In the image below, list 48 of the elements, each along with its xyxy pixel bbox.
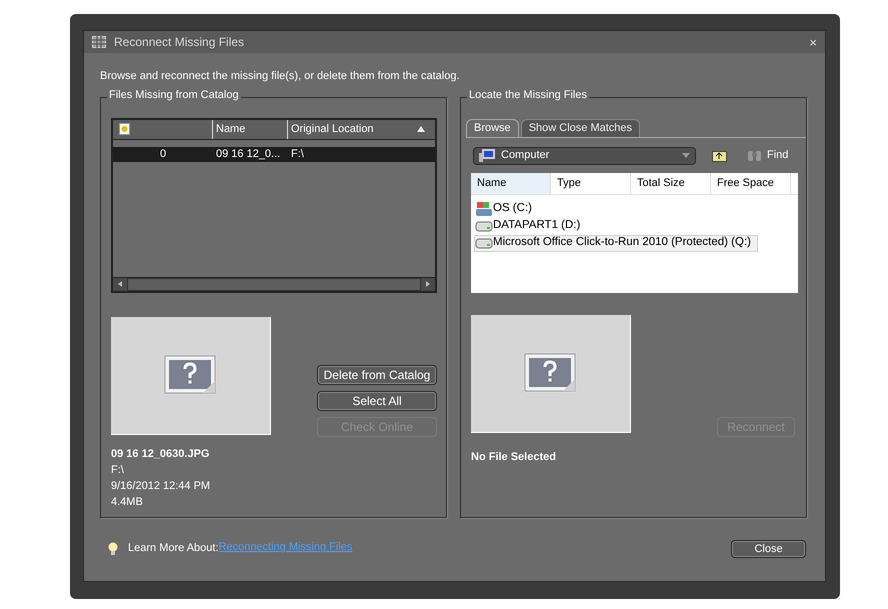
window-title: Reconnect Missing Files [114,34,246,51]
sort-arrow-icon [417,126,425,132]
panel-title: Locate the Missing Files [467,90,589,100]
file-name: 09 16 12_0630.JPG [111,446,210,462]
computer-icon [479,149,495,162]
grid-icon [92,36,106,48]
panel-title: Files Missing from Catalog [107,90,241,100]
column-header[interactable]: Name [471,172,551,194]
up-folder-icon[interactable] [712,149,727,162]
drive-icon [475,201,493,217]
instructions-text: Browse and reconnect the missing file(s), or delete them from the catalog. [100,69,461,84]
location-dropdown[interactable]: Computer [473,146,696,164]
location-value: Computer [501,148,550,164]
left-arrow-icon [118,281,122,287]
column-header[interactable]: Total Size [631,172,711,194]
drive-icon [475,220,493,232]
dialog-button[interactable]: Delete from Catalog [317,364,437,384]
dialog-button[interactable]: Select All [317,390,437,410]
table-cell-text: F:\ [290,146,304,162]
close-button[interactable]: × [809,36,817,48]
right-arrow-icon [426,281,430,287]
column-header[interactable]: Original Location [288,120,417,138]
tab[interactable]: Show Close Matches [520,118,640,136]
caret-icon [682,153,690,158]
table-cell-text: 0 [158,146,168,162]
column-header[interactable]: Free Space [711,172,791,194]
file-date: 9/16/2012 12:44 PM [111,478,212,494]
close-dialog-button[interactable]: Close [731,540,806,558]
tab[interactable]: Browse [466,118,519,136]
preview-caption: No File Selected [471,450,557,464]
missing-image-icon [164,355,218,395]
column-header[interactable]: Type [551,172,631,194]
binoculars-icon [747,149,762,162]
drive-icon [475,237,493,249]
missing-image-icon [524,353,578,393]
column-header[interactable]: Name [213,120,288,138]
table-row[interactable]: 0 09 16 12_0... F:\ [113,146,435,162]
learn-more-label: Learn More About: [128,541,219,556]
horizontal-scrollbar[interactable] [113,276,435,290]
file-location: F:\ [111,462,125,478]
table-cell-text: 09 16 12_0... [215,146,282,162]
photo-icon [119,123,130,135]
file-size: 4.4MB [111,494,144,510]
lightbulb-icon [108,542,118,556]
find-button[interactable]: Find [747,147,788,164]
drive-item[interactable]: OS (C:) [474,200,539,218]
drive-item[interactable]: DATAPART1 (D:) [474,218,588,234]
drive-item[interactable]: Microsoft Office Click-to-Run 2010 (Protected) (Q:) [474,234,758,252]
